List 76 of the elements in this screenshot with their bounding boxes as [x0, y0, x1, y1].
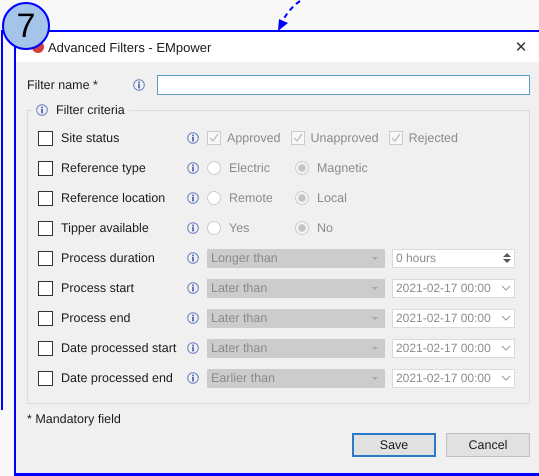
option-label: Magnetic [317, 161, 368, 175]
checkbox[interactable] [38, 280, 53, 296]
condition-dropdown[interactable]: Later than [207, 308, 385, 328]
checkbox[interactable] [38, 310, 53, 326]
filter-name-field[interactable] [157, 75, 530, 95]
step-badge: 7 [2, 2, 50, 50]
close-button[interactable]: ✕ [503, 32, 539, 62]
checkbox[interactable] [38, 220, 53, 236]
checkbox[interactable] [38, 250, 53, 266]
info-icon [187, 222, 199, 234]
cancel-button[interactable]: Cancel [446, 433, 530, 457]
condition-dropdown[interactable]: Longer than [207, 248, 385, 268]
info-icon [187, 282, 199, 294]
criterion-label: Date processed start [61, 341, 178, 355]
option-label: No [317, 221, 333, 235]
chevron-down-icon[interactable] [501, 285, 511, 291]
option-label: Electric [229, 161, 270, 175]
info-icon [187, 132, 199, 144]
criterion-label: Date processed end [61, 371, 174, 385]
radio-button[interactable] [295, 191, 309, 205]
caret-icon [371, 346, 379, 350]
info-icon [187, 372, 199, 384]
footnote: * Mandatory field [27, 412, 122, 426]
caret-icon [371, 256, 379, 260]
option-label: Unapproved [310, 131, 379, 145]
info-icon [36, 104, 48, 116]
caret-icon [371, 316, 379, 320]
criterion-label: Site status [61, 131, 120, 145]
window-title: Advanced Filters - EMpower [48, 40, 212, 54]
option-checkbox[interactable] [290, 131, 305, 145]
criterion-label: Tipper available [61, 221, 150, 235]
duration-field[interactable]: 0 hours [392, 248, 515, 268]
option-label: Local [317, 191, 347, 205]
checkbox[interactable] [38, 160, 53, 176]
chevron-down-icon[interactable] [501, 345, 511, 351]
condition-dropdown[interactable]: Later than [207, 278, 385, 298]
caret-icon [371, 376, 379, 380]
info-icon [187, 312, 199, 324]
criterion-label: Reference type [61, 161, 147, 175]
info-icon [187, 192, 199, 204]
option-label: Rejected [408, 131, 458, 145]
caret-icon [371, 286, 379, 290]
criterion-label: Process end [61, 311, 132, 325]
group-title: Filter criteria [56, 103, 125, 117]
date-field[interactable]: 2021-02-17 00:00 [392, 308, 515, 328]
option-checkbox[interactable] [207, 131, 221, 145]
chevron-down-icon[interactable] [501, 375, 511, 381]
checkbox[interactable] [38, 190, 53, 206]
chevron-down-icon[interactable] [501, 315, 511, 321]
radio-button[interactable] [207, 221, 221, 235]
option-label: Approved [227, 131, 281, 145]
filter-name-label: Filter name * [27, 78, 99, 92]
info-icon [187, 342, 199, 354]
criterion-label: Reference location [61, 191, 166, 205]
option-checkbox[interactable] [388, 131, 403, 145]
checkbox[interactable] [38, 130, 53, 146]
info-icon [187, 162, 199, 174]
criterion-label: Process start [61, 281, 135, 295]
condition-dropdown[interactable]: Later than [207, 338, 385, 358]
radio-button[interactable] [207, 191, 221, 205]
option-label: Remote [229, 191, 273, 205]
save-button[interactable]: Save [352, 433, 436, 457]
option-label: Yes [229, 221, 250, 235]
condition-dropdown[interactable]: Earlier than [207, 368, 385, 388]
radio-button[interactable] [295, 161, 309, 175]
radio-button[interactable] [295, 221, 309, 235]
info-icon [187, 252, 199, 264]
date-field[interactable]: 2021-02-17 00:00 [392, 338, 515, 358]
date-field[interactable]: 2021-02-17 00:00 [392, 368, 515, 388]
spinner-arrows-icon[interactable] [503, 252, 511, 264]
checkbox[interactable] [38, 340, 53, 356]
criterion-label: Process duration [61, 251, 156, 265]
date-field[interactable]: 2021-02-17 00:00 [392, 278, 515, 298]
info-icon [133, 79, 145, 91]
radio-button[interactable] [207, 161, 221, 175]
checkbox[interactable] [38, 370, 53, 386]
